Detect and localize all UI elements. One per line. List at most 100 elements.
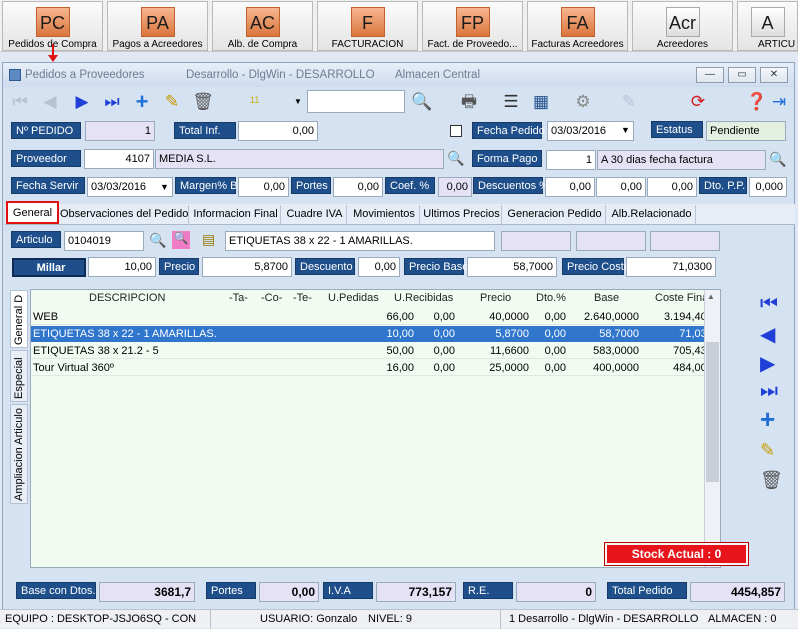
precio-base-field[interactable]: 58,7000	[467, 257, 557, 277]
table-row[interactable]: ETIQUETAS 38 x 22 - 1 AMARILLAS. 10,00 0,0…	[31, 326, 720, 342]
vtab-ampliacion[interactable]: Ampliacion Articulo	[10, 404, 28, 504]
launcher-label: Acreedores	[656, 39, 709, 50]
search-icon[interactable]: 🔍	[447, 150, 464, 167]
close-button[interactable]: ✕	[760, 67, 788, 83]
col-dto[interactable]: Dto.%	[536, 292, 566, 304]
base-field: 3681,7	[99, 582, 195, 602]
launcher-pagos-acreedores[interactable]: PA Pagos a Acreedores	[107, 1, 208, 51]
search-icon[interactable]: 🔍	[410, 90, 434, 114]
next-line-icon[interactable]: ▶	[760, 351, 782, 375]
first-record-icon[interactable]: ⏮	[8, 90, 32, 114]
list-icon[interactable]: ☰	[499, 90, 523, 114]
exit-icon[interactable]: ⇥	[767, 90, 791, 114]
dto-pp-field[interactable]: 0,000	[749, 177, 787, 197]
table-row[interactable]: ETIQUETAS 38 x 21.2 - 5 50,00 0,00 11,6600 0…	[31, 343, 720, 359]
maximize-button[interactable]: ▭	[728, 67, 756, 83]
col-u-pedidas[interactable]: U.Pedidas	[328, 292, 379, 304]
chevron-down-icon[interactable]: ▼	[160, 182, 169, 192]
search-icon[interactable]: 🔍	[149, 232, 166, 249]
stock-actual-button[interactable]: Stock Actual : 0	[604, 542, 749, 566]
edit-line-icon[interactable]: ✎	[760, 440, 782, 462]
descuento1-field[interactable]: 0,00	[545, 177, 595, 197]
table-row[interactable]: Tour Virtual 360º 16,00 0,00 25,0000 0,00 400…	[31, 360, 720, 376]
scroll-up-icon[interactable]: ▲	[707, 292, 715, 301]
search-icon[interactable]: 🔍	[769, 151, 786, 168]
notes-icon[interactable]: ▤	[202, 231, 215, 248]
forma-pago-code-field[interactable]: 1	[546, 150, 596, 170]
proveedor-code-field[interactable]: 4107	[84, 149, 154, 169]
launcher-articulos[interactable]: A ARTICU	[737, 1, 798, 51]
tab-general[interactable]: General	[6, 201, 59, 224]
tab-cuadre-iva[interactable]: Cuadre IVA	[283, 205, 347, 224]
num-pedido-field[interactable]: 1	[85, 121, 155, 141]
col-ta[interactable]: -Ta-	[229, 292, 248, 304]
extra-field-1[interactable]	[501, 231, 571, 251]
vertical-scrollbar[interactable]: ▲ ▼	[704, 290, 720, 567]
launcher-facturacion[interactable]: F FACTURACION	[317, 1, 418, 51]
next-record-icon[interactable]: ▶	[70, 90, 94, 114]
launcher-facturas-acreedores[interactable]: FA Facturas Acreedores	[527, 1, 628, 51]
prev-record-icon[interactable]: ◀	[38, 90, 62, 114]
vtab-especial[interactable]: Especial	[10, 350, 28, 402]
launcher-fact-proveedores[interactable]: FP Fact. de Proveedo...	[422, 1, 523, 51]
descuento3-field[interactable]: 0,00	[647, 177, 697, 197]
search-alt-icon[interactable]: 🔍	[172, 231, 190, 249]
search-input[interactable]	[307, 90, 405, 113]
coef-field[interactable]: 0,00	[438, 177, 472, 197]
tab-alb-relacionado[interactable]: Alb.Relacionado	[608, 205, 696, 224]
status-empresa: 1 Desarrollo - DlgWin - DESARROLLO	[509, 613, 699, 625]
tab-informacion-final[interactable]: Informacion Final	[191, 205, 281, 224]
extra-field-3[interactable]	[650, 231, 720, 251]
gear-icon[interactable]: ⚙	[571, 90, 595, 114]
chevron-down-icon[interactable]: ▼	[621, 125, 630, 135]
help-icon[interactable]: ❓	[745, 90, 769, 114]
tab-observaciones[interactable]: Observaciones del Pedido	[60, 205, 189, 224]
tab-movimientos[interactable]: Movimientos	[349, 205, 420, 224]
table-row[interactable]: WEB 66,00 0,00 40,0000 0,00 2.640,0000 3.194,4…	[31, 309, 720, 325]
col-te[interactable]: -Te-	[293, 292, 312, 304]
col-u-recibidas[interactable]: U.Recibidas	[394, 292, 453, 304]
total-inf-field[interactable]: 0,00	[238, 121, 318, 141]
prev-line-icon[interactable]: ◀	[760, 322, 782, 346]
descuento2-field[interactable]: 0,00	[596, 177, 646, 197]
precio-coste-field[interactable]: 71,0300	[626, 257, 716, 277]
edit-pencil-icon[interactable]: ✎	[160, 90, 184, 114]
col-co[interactable]: -Co-	[261, 292, 282, 304]
margen-field[interactable]: 0,00	[238, 177, 289, 197]
last-line-icon[interactable]: ⏭	[760, 380, 782, 402]
print-icon[interactable]: 🖶	[457, 90, 481, 114]
proveedor-name-field[interactable]: MEDIA S.L.	[155, 149, 444, 169]
first-line-icon[interactable]: ⏮	[760, 293, 782, 315]
col-descripcion[interactable]: DESCRIPCION	[89, 292, 165, 304]
checkbox[interactable]	[450, 125, 462, 137]
grid-icon[interactable]: ▦	[529, 90, 553, 114]
extra-field-2[interactable]	[576, 231, 646, 251]
tab-generacion-pedido[interactable]: Generacion Pedido	[504, 205, 606, 224]
precio-field[interactable]: 5,8700	[202, 257, 292, 277]
portes-field[interactable]: 0,00	[333, 177, 383, 197]
last-record-icon[interactable]: ⏭	[100, 90, 124, 114]
add-icon[interactable]: +	[130, 90, 154, 114]
delete-bin-icon[interactable]: 🗑	[191, 90, 215, 114]
articulo-desc-field[interactable]: ETIQUETAS 38 x 22 - 1 AMARILLAS.	[225, 231, 495, 251]
tab-ultimos-precios[interactable]: Ultimos Precios	[422, 205, 502, 224]
launcher-alb-compra[interactable]: AC Alb. de Compra	[212, 1, 313, 51]
articulo-field[interactable]: 0104019	[64, 231, 144, 251]
attach-icon[interactable]: ✎	[617, 90, 641, 114]
add-line-icon[interactable]: +	[760, 406, 782, 432]
minimize-button[interactable]: —	[696, 67, 724, 83]
forma-pago-desc-field[interactable]: A 30 dias fecha factura	[597, 150, 766, 170]
descuento-field[interactable]: 0,00	[358, 257, 400, 277]
col-coste-final[interactable]: Coste Final	[655, 292, 711, 304]
launcher-acreedores[interactable]: Acr Acreedores	[632, 1, 733, 51]
col-base[interactable]: Base	[594, 292, 619, 304]
vtab-general[interactable]: General D	[10, 290, 28, 348]
col-precio[interactable]: Precio	[480, 292, 511, 304]
table-cell: 0,00	[433, 328, 455, 340]
unit-qty-field[interactable]: 10,00	[88, 257, 156, 277]
chevron-down-icon[interactable]: ▼	[294, 97, 302, 106]
refresh-icon[interactable]: ⟳	[686, 90, 710, 114]
scroll-thumb[interactable]	[706, 342, 719, 482]
delete-line-icon[interactable]: 🗑	[760, 470, 783, 492]
dto-pp-label: Dto. P.P.	[699, 177, 747, 194]
